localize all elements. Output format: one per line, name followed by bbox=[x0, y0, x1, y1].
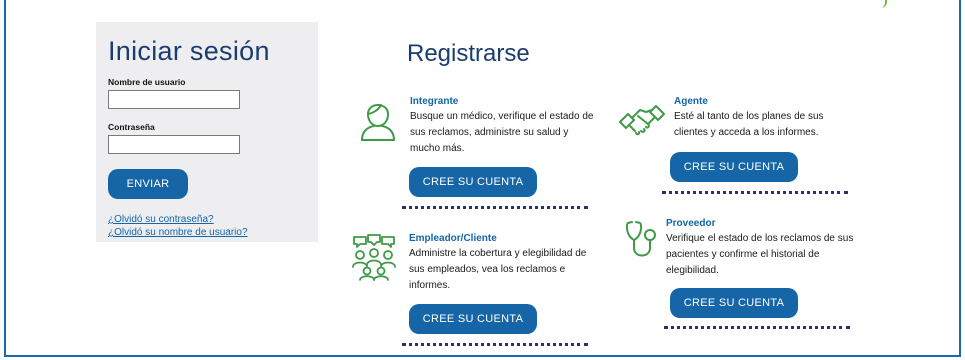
handshake-icon bbox=[619, 105, 665, 136]
submit-button[interactable]: ENVIAR bbox=[108, 169, 188, 199]
recovery-links: ¿Olvidó su contraseña? ¿Olvidó su nombre… bbox=[108, 213, 306, 239]
login-title: Iniciar sesión bbox=[108, 36, 270, 66]
password-field[interactable] bbox=[108, 135, 240, 154]
stethoscope-icon bbox=[625, 221, 656, 257]
register-title: Registrarse bbox=[407, 40, 530, 67]
dotted-divider bbox=[664, 326, 850, 329]
card-title: Agente bbox=[674, 96, 708, 107]
card-title: Proveedor bbox=[666, 218, 716, 229]
password-label: Contraseña bbox=[108, 122, 155, 132]
create-account-button-provider[interactable]: CREE SU CUENTA bbox=[670, 288, 798, 318]
create-account-button-employer[interactable]: CREE SU CUENTA bbox=[409, 304, 537, 334]
member-icon bbox=[361, 104, 395, 141]
card-text: Administre la cobertura y elegibilidad d… bbox=[409, 248, 587, 291]
create-account-button-member[interactable]: CREE SU CUENTA bbox=[409, 167, 537, 197]
username-label: Nombre de usuario bbox=[108, 77, 186, 87]
group-icon bbox=[352, 234, 396, 281]
create-account-button-agent[interactable]: CREE SU CUENTA bbox=[670, 152, 798, 182]
card-title: Empleador/Cliente bbox=[409, 233, 497, 244]
forgot-username-link[interactable]: ¿Olvidó su nombre de usuario? bbox=[108, 226, 306, 239]
card-title: Integrante bbox=[410, 96, 459, 107]
dotted-divider bbox=[662, 191, 848, 194]
login-panel: Iniciar sesión Nombre de usuario Contras… bbox=[96, 22, 318, 242]
card-text: Esté al tanto de los planes de sus clien… bbox=[674, 111, 824, 138]
username-field[interactable] bbox=[108, 90, 240, 109]
card-text: Busque un médico, verifique el estado de… bbox=[410, 111, 594, 154]
forgot-password-link[interactable]: ¿Olvidó su contraseña? bbox=[108, 213, 306, 226]
dotted-divider bbox=[402, 343, 588, 346]
dotted-divider bbox=[402, 206, 588, 209]
card-text: Verifique el estado de los reclamos de s… bbox=[666, 233, 854, 276]
